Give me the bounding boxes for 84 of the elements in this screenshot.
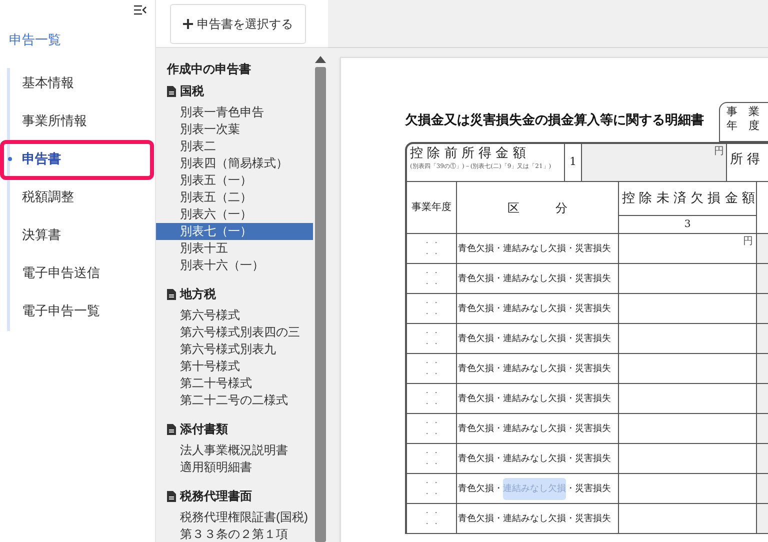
form-item[interactable]: 税務代理権限証書(国税) <box>156 509 313 526</box>
category-option[interactable]: ・災害損失 <box>566 508 611 530</box>
category-option[interactable]: 連結みなし欠損 <box>503 508 566 530</box>
form-item[interactable]: 第六号様式別表九 <box>156 341 313 358</box>
form-title: 欠損金又は災害損失金の損金算入等に関する明細書 <box>405 112 705 130</box>
line-number: 1 <box>570 154 576 170</box>
form-item[interactable]: 第六号様式別表四の三 <box>156 324 313 341</box>
nav-item[interactable]: 事業所情報 <box>22 111 87 131</box>
category-option[interactable]: ・災害損失 <box>566 448 611 470</box>
category-option[interactable]: 連結みなし欠損 <box>503 448 566 470</box>
form-item[interactable]: 適用額明細書 <box>156 459 313 476</box>
category-option[interactable]: ・災害損失 <box>566 268 611 290</box>
group-label: 税務代理書面 <box>180 488 252 505</box>
form-item[interactable]: 第二十号様式 <box>156 375 313 392</box>
category-option[interactable]: 青色欠損・ <box>458 478 503 500</box>
category-option[interactable]: 青色欠損・ <box>458 388 503 410</box>
collapse-menu-icon[interactable] <box>134 5 147 15</box>
nav-item[interactable]: 電子申告送信 <box>22 263 100 283</box>
form-item[interactable]: 別表五（一） <box>156 172 313 189</box>
form-item[interactable]: 別表十六（一） <box>156 257 313 274</box>
category-option[interactable]: 連結みなし欠損 <box>503 238 566 260</box>
form-item[interactable]: 別表一青色申告 <box>156 104 313 121</box>
column-header: 事業年度 <box>412 200 452 215</box>
group-label: 地方税 <box>180 286 216 303</box>
form-item[interactable]: 別表四（簡易様式） <box>156 155 313 172</box>
form-item[interactable]: 別表二 <box>156 138 313 155</box>
category-option[interactable]: 連結みなし欠損 <box>503 388 566 410</box>
column-number: 3 <box>684 218 691 232</box>
income-label: 所 得 <box>730 152 760 167</box>
nav-item[interactable]: 申告書 <box>22 149 61 169</box>
period-label: 年 度 <box>726 119 760 133</box>
nav-item[interactable]: 電子申告一覧 <box>22 301 100 321</box>
group-label: 国税 <box>180 83 204 100</box>
category-option[interactable]: 青色欠損・ <box>458 508 503 530</box>
category-option[interactable]: 連結みなし欠損 <box>503 418 566 440</box>
category-option[interactable]: 連結みなし欠損 <box>503 328 566 350</box>
category-option[interactable]: ・災害損失 <box>566 328 611 350</box>
category-option[interactable]: ・災害損失 <box>566 298 611 320</box>
form-item[interactable]: 別表五（二） <box>156 189 313 206</box>
form-item[interactable]: 別表七（一） <box>156 223 313 240</box>
amount-cell[interactable]: 円 <box>582 144 727 181</box>
form-item[interactable]: 第二十二号の二様式 <box>156 392 313 409</box>
category-option[interactable]: 青色欠損・ <box>458 268 503 290</box>
category-option[interactable]: ・災害損失 <box>566 388 611 410</box>
column-header: 控 除 未 済 欠 損 金 額 <box>622 190 755 208</box>
category-option[interactable]: 青色欠損・ <box>458 448 503 470</box>
form-item[interactable]: 法人事業概況説明書 <box>156 442 313 459</box>
tree-heading: 作成中の申告書 <box>166 61 252 78</box>
form-item[interactable]: 別表一次葉 <box>156 121 313 138</box>
category-option[interactable]: ・災害損失 <box>566 358 611 380</box>
sidebar-title[interactable]: 申告一覧 <box>0 30 61 50</box>
plus-icon <box>183 18 193 28</box>
select-form-button[interactable]: 申告書を選択する <box>170 4 306 44</box>
category-option[interactable]: 青色欠損・ <box>458 298 503 320</box>
period-label: 事 業 <box>726 105 760 119</box>
group-label: 添付書類 <box>180 421 228 438</box>
column-header: 区 分 <box>508 200 568 216</box>
document-icon <box>167 288 176 300</box>
category-option[interactable]: 連結みなし欠損 <box>503 268 566 290</box>
document-icon <box>167 424 176 434</box>
category-option[interactable]: ・災害損失 <box>566 418 611 440</box>
category-option[interactable]: 青色欠損・ <box>458 328 503 350</box>
category-option[interactable]: 青色欠損・ <box>458 358 503 380</box>
form-item[interactable]: 別表六（一） <box>156 206 313 223</box>
category-option[interactable]: 青色欠損・ <box>458 238 503 260</box>
deduction-label: 控 除 前 所 得 金 額 <box>410 145 527 162</box>
nav-item[interactable]: 税額調整 <box>22 187 74 207</box>
form-item[interactable]: 第十号様式 <box>156 358 313 375</box>
nav-item[interactable]: 決算書 <box>22 225 61 245</box>
form-item[interactable]: 第３３条の２第１項 <box>156 526 313 542</box>
category-option[interactable]: 連結みなし欠損 <box>503 298 566 320</box>
scroll-up-icon[interactable] <box>315 56 326 63</box>
yen-unit: 円 <box>743 235 753 249</box>
category-option[interactable]: ・災害損失 <box>566 478 611 500</box>
document-icon <box>167 490 176 502</box>
category-option[interactable]: 連結みなし欠損 <box>503 358 566 380</box>
form-item[interactable]: 第六号様式 <box>156 307 313 324</box>
category-option[interactable]: ・災害損失 <box>566 238 611 260</box>
nav-item[interactable]: 基本情報 <box>22 73 74 93</box>
yen-unit: 円 <box>714 145 724 159</box>
scrollbar-thumb[interactable] <box>315 67 326 542</box>
document-icon <box>167 86 176 96</box>
form-item[interactable]: 別表十五 <box>156 240 313 257</box>
category-option[interactable]: 青色欠損・ <box>458 418 503 440</box>
